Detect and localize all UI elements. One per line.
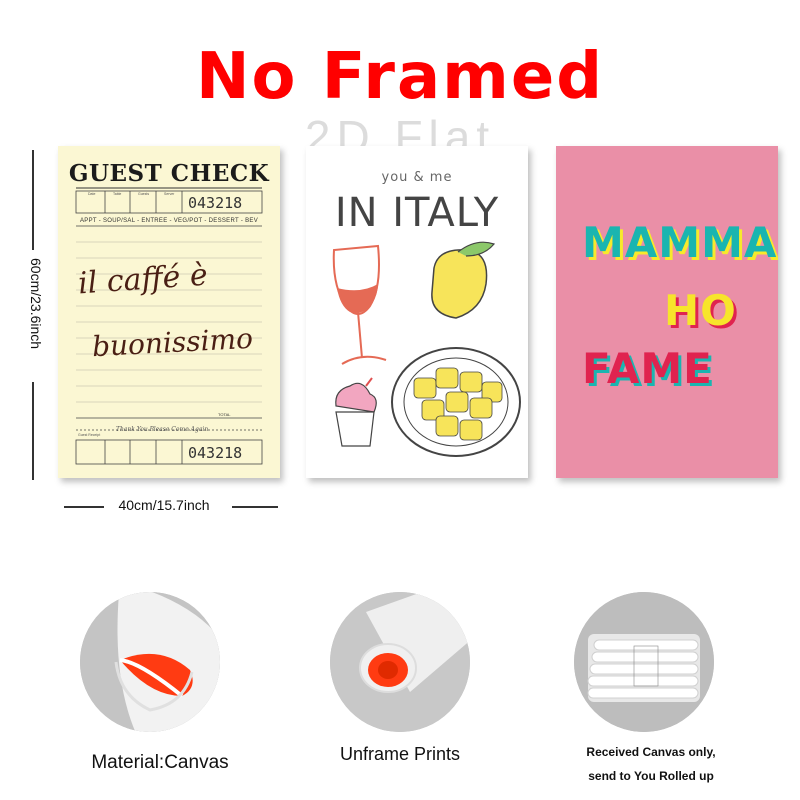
mamma-line1: MAMMA xyxy=(582,218,778,267)
guest-check-number-bottom: 043218 xyxy=(188,444,243,462)
page-title: No Framed xyxy=(195,40,605,114)
width-dimension-label: 40cm/15.7inch xyxy=(118,497,210,513)
poster-guest-check: GUEST CHECK Date Table Guests Server 043… xyxy=(58,146,280,478)
guest-check-title: GUEST CHECK xyxy=(68,160,270,187)
header-cell-table: Table xyxy=(113,192,122,196)
header-cell-server: Server xyxy=(164,192,175,196)
mamma-line2: HO xyxy=(664,286,737,335)
header-cell-guests: Guests xyxy=(138,192,150,196)
rolled-print-icon xyxy=(330,592,470,732)
poster-mamma-ho-fame: MAMMA HO FAME xyxy=(556,146,778,478)
poster-in-italy: you & me IN ITALY xyxy=(306,146,528,478)
height-dimension-label: 60cm/23.6inch xyxy=(28,258,44,350)
guest-check-total: TOTAL xyxy=(218,412,231,417)
canvas-roll-icon xyxy=(80,592,220,732)
guest-check-categories: APPT - SOUP/SAL - ENTREE - VEG/POT - DES… xyxy=(79,218,259,224)
guest-check-number-top: 043218 xyxy=(188,194,243,212)
packaged-rolls-icon xyxy=(574,592,714,732)
caption-received-line2: send to You Rolled up xyxy=(588,769,714,783)
header-cell-date: Date xyxy=(88,192,96,196)
guest-check-thanks: Thank You Please Come Again xyxy=(116,426,209,433)
italy-big-text: IN ITALY xyxy=(334,190,500,236)
italy-small-text: you & me xyxy=(381,170,453,185)
caption-unframe: Unframe Prints xyxy=(339,744,461,764)
caption-received: Received Canvas only, send to You Rolled… xyxy=(556,740,746,788)
caption-received-line1: Received Canvas only, xyxy=(586,745,716,759)
width-dimension-line-right xyxy=(232,506,278,508)
mamma-line3: FAME xyxy=(582,344,713,393)
caption-material: Material:Canvas xyxy=(91,752,229,773)
footer-label: Guest Receipt xyxy=(78,433,101,437)
width-dimension-line-left xyxy=(64,506,104,508)
